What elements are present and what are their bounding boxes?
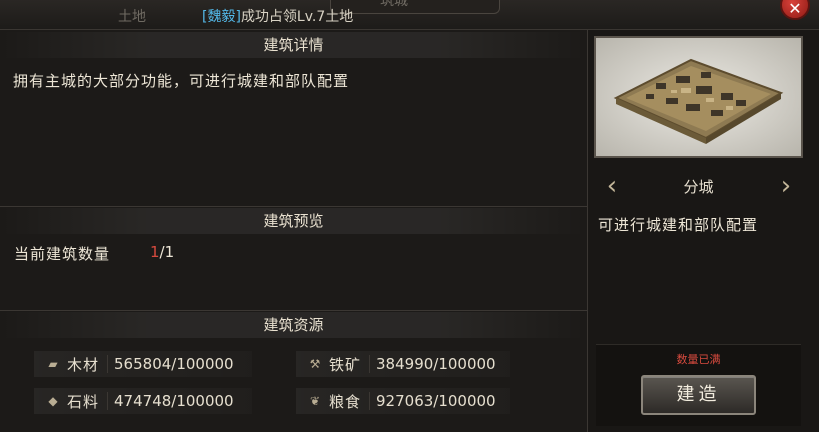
resource-value: 474748/100000 [107, 392, 234, 410]
city-selector: ‹ 分城 › [594, 170, 803, 202]
faded-label-land: 土地 [118, 9, 146, 25]
count-max: /1 [159, 243, 175, 261]
city-type-name: 分城 [683, 178, 714, 196]
wood-icon: ▰ [48, 357, 58, 371]
resource-wood: ▰ 木材 565804/100000 [34, 351, 252, 377]
chevron-right-icon[interactable]: › [776, 170, 796, 202]
city-thumbnail [594, 36, 803, 158]
building-count-value: 1/1 [150, 243, 174, 261]
resource-name: 石料 [67, 392, 100, 411]
resource-stone: ◆ 石料 474748/100000 [34, 388, 252, 414]
resources-header: 建筑资源 [0, 312, 587, 338]
resource-value: 927063/100000 [369, 392, 496, 410]
details-header: 建筑详情 [0, 32, 587, 58]
resource-name: 木材 [67, 355, 100, 374]
building-count-label: 当前建筑数量 [14, 245, 111, 263]
divider [0, 206, 587, 207]
resource-name: 铁矿 [329, 355, 362, 374]
build-area: 数量已满 建造 [596, 344, 801, 426]
faded-label-city: 筑城 [380, 0, 408, 9]
resource-grain: ❦ 粮食 927063/100000 [296, 388, 510, 414]
preview-header: 建筑预览 [0, 208, 587, 234]
resource-name: 粮食 [329, 392, 362, 411]
city-type-description: 可进行城建和部队配置 [598, 216, 759, 234]
limit-reached-label: 数量已满 [676, 353, 721, 366]
title-tab [330, 0, 500, 14]
divider [0, 310, 587, 311]
building-preview-side: ‹ 分城 › 可进行城建和部队配置 数量已满 建造 [587, 30, 819, 432]
resource-value: 384990/100000 [369, 355, 496, 373]
grain-icon: ❦ [309, 394, 321, 408]
city-illustration [613, 58, 784, 144]
player-tag: [魏毅] [202, 9, 241, 25]
count-current: 1 [150, 243, 160, 261]
notice-text: 成功占领Lv.7土地 [240, 9, 354, 25]
build-button[interactable]: 建造 [641, 375, 756, 415]
iron-icon: ⚒ [309, 357, 321, 371]
building-description: 拥有主城的大部分功能，可进行城建和部队配置 [13, 72, 350, 90]
stone-icon: ◆ [48, 394, 58, 408]
top-bar: 土地 筑城 [魏毅]成功占领Lv.7土地 [0, 0, 819, 30]
building-info-panel: 建筑详情 拥有主城的大部分功能，可进行城建和部队配置 建筑预览 当前建筑数量 1… [0, 30, 587, 432]
resource-value: 565804/100000 [107, 355, 234, 373]
resource-iron: ⚒ 铁矿 384990/100000 [296, 351, 510, 377]
broadcast-notice: [魏毅]成功占领Lv.7土地 [202, 6, 353, 26]
